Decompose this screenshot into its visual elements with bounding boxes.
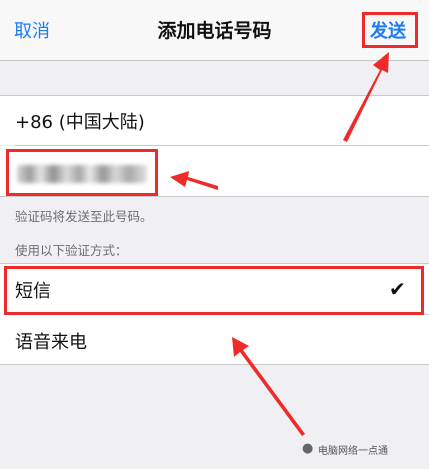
annotation-arrows — [170, 52, 389, 436]
watermark-text: 电脑网络一点通 — [318, 446, 388, 457]
arrow-to-sms-option — [232, 337, 305, 436]
wechat-icon: ● — [302, 441, 314, 456]
arrow-to-phone-number — [170, 171, 218, 190]
arrow-to-send-button — [343, 52, 389, 142]
